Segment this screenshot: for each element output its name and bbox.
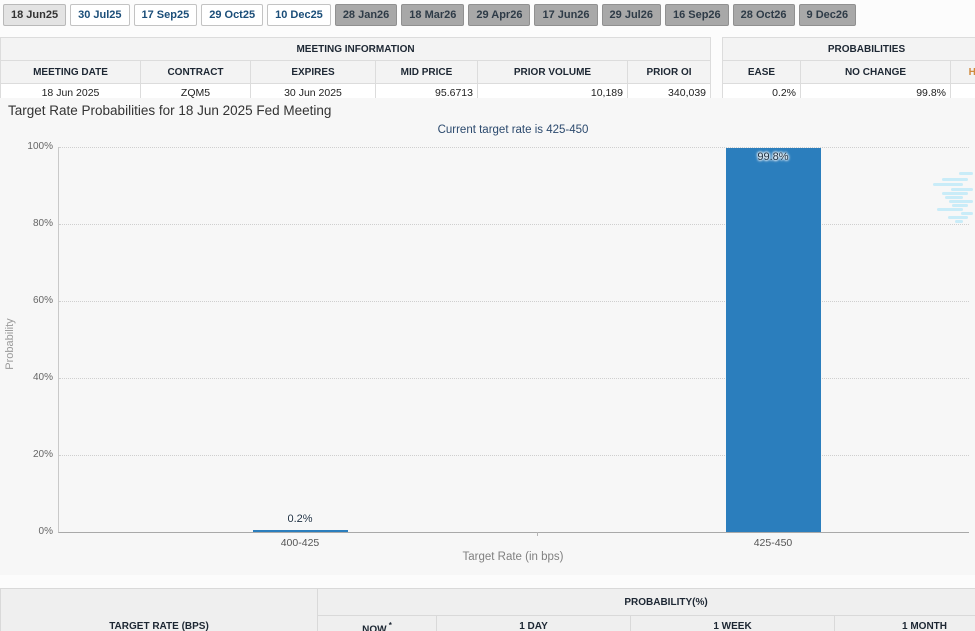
watermark-dash <box>955 220 963 223</box>
watermark-dash <box>961 212 973 215</box>
tab-29-oct25[interactable]: 29 Oct25 <box>201 4 263 26</box>
history-col-1-month: 1 MONTH16 MAY 2025 <box>835 616 975 631</box>
bar-value-label: 0.2% <box>250 513 350 525</box>
probabilities-col-header: NO CHANGE <box>801 61 951 84</box>
history-col-1-week: 1 WEEK10 JUN 2025 <box>631 616 835 631</box>
tab-16-sep26[interactable]: 16 Sep26 <box>665 4 729 26</box>
tab-17-sep25[interactable]: 17 Sep25 <box>134 4 198 26</box>
meeting-info-col-header: MEETING DATE <box>1 61 141 84</box>
gridline <box>59 301 969 302</box>
y-tick-label: 60% <box>0 295 53 306</box>
watermark-dash <box>942 192 968 195</box>
meeting-info-col-header: MID PRICE <box>376 61 478 84</box>
target-rate-header: TARGET RATE (BPS) <box>1 589 318 631</box>
probabilities-title: PROBABILITIES <box>723 38 975 61</box>
meeting-info-table: MEETING INFORMATION MEETING DATECONTRACT… <box>0 37 711 103</box>
meeting-info-col-header: PRIOR OI <box>628 61 711 84</box>
watermark-dash <box>933 183 963 186</box>
x-axis-title: Target Rate (in bps) <box>58 551 968 563</box>
probability-bar[interactable] <box>726 148 821 532</box>
meeting-info-header-row: MEETING DATECONTRACTEXPIRESMID PRICEPRIO… <box>1 61 711 84</box>
probabilities-col-header: HIKE <box>951 61 975 84</box>
y-tick-label: 0% <box>0 526 53 537</box>
meeting-info-col-header: EXPIRES <box>251 61 376 84</box>
tab-30-jul25[interactable]: 30 Jul25 <box>70 4 129 26</box>
tab-28-jan26[interactable]: 28 Jan26 <box>335 4 397 26</box>
tab-17-jun26[interactable]: 17 Jun26 <box>534 4 597 26</box>
tab-29-apr26[interactable]: 29 Apr26 <box>468 4 530 26</box>
probability-bar[interactable] <box>253 530 348 532</box>
probabilities-col-header: EASE <box>723 61 801 84</box>
watermark-dash <box>945 196 963 199</box>
meeting-info-col-header: CONTRACT <box>141 61 251 84</box>
y-tick-label: 40% <box>0 372 53 383</box>
probabilities-table: PROBABILITIES EASENO CHANGEHIKE 0.2%99.8… <box>722 37 975 103</box>
probabilities-header-row: EASENO CHANGEHIKE <box>723 61 975 84</box>
y-tick-label: 20% <box>0 449 53 460</box>
history-col-now: NOW * <box>318 616 437 631</box>
gridline <box>59 378 969 379</box>
chart-subtitle: Current target rate is 425-450 <box>58 124 968 136</box>
watermark-dash <box>949 200 973 203</box>
tab-28-oct26[interactable]: 28 Oct26 <box>733 4 795 26</box>
bar-value-label: 99.8% <box>723 151 823 163</box>
fedwatch-page: 18 Jun2530 Jul2517 Sep2529 Oct2510 Dec25… <box>0 0 975 631</box>
watermark-dash <box>942 178 968 181</box>
plot-area: 0.2%400-42599.8%425-450 <box>58 147 969 533</box>
tab-29-jul26[interactable]: 29 Jul26 <box>602 4 661 26</box>
meeting-info-title: MEETING INFORMATION <box>1 38 711 61</box>
meeting-info-col-header: PRIOR VOLUME <box>478 61 628 84</box>
history-col-1-day: 1 DAY16 JUN 2025 <box>437 616 631 631</box>
tab-9-dec26[interactable]: 9 Dec26 <box>799 4 857 26</box>
y-tick-label: 100% <box>0 141 53 152</box>
probability-percent-header: PROBABILITY(%) <box>318 589 975 616</box>
x-tick-label: 400-425 <box>250 537 350 549</box>
gridline <box>59 224 969 225</box>
history-col-label: NOW * <box>319 621 435 631</box>
tab-10-dec25[interactable]: 10 Dec25 <box>267 4 331 26</box>
y-tick-label: 80% <box>0 218 53 229</box>
gridline <box>59 147 969 148</box>
axis-tick <box>537 532 538 536</box>
watermark-dash <box>937 208 963 211</box>
x-tick-label: 425-450 <box>723 537 823 549</box>
tab-18-mar26[interactable]: 18 Mar26 <box>401 4 464 26</box>
watermark-dash <box>959 172 973 175</box>
watermark-dash <box>952 204 968 207</box>
meeting-tab-bar: 18 Jun2530 Jul2517 Sep2529 Oct2510 Dec25… <box>3 4 856 26</box>
watermark-dash <box>951 188 973 191</box>
history-col-label: 1 DAY <box>438 621 629 631</box>
probability-history-table: TARGET RATE (BPS) PROBABILITY(%) NOW *1 … <box>0 588 975 631</box>
chart-section: Target Rate Probabilities for 18 Jun 202… <box>0 98 975 575</box>
chart-title: Target Rate Probabilities for 18 Jun 202… <box>8 103 331 118</box>
history-col-label: 1 MONTH <box>836 621 975 631</box>
history-col-label: 1 WEEK <box>632 621 833 631</box>
watermark-dash <box>948 216 968 219</box>
gridline <box>59 455 969 456</box>
tab-18-jun25[interactable]: 18 Jun25 <box>3 4 66 26</box>
